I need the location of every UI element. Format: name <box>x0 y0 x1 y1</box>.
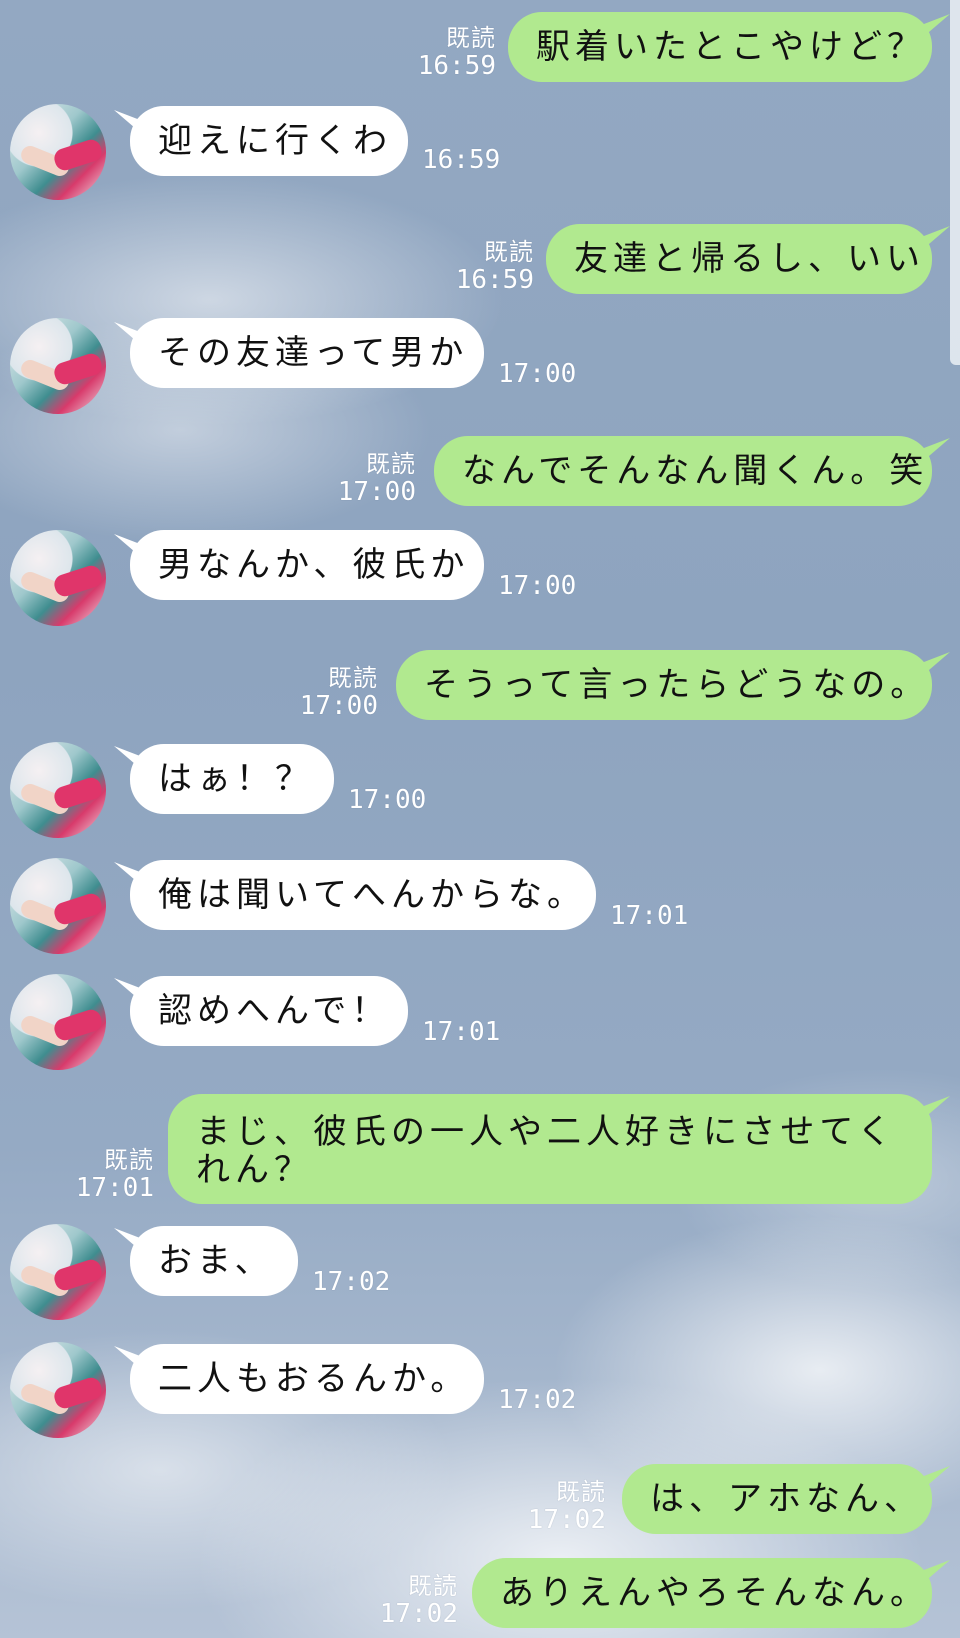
message-bubble[interactable]: まじ、彼氏の一人や二人好きにさせてくれん？ <box>168 1094 932 1204</box>
message-text: おま、 <box>158 1241 274 1281</box>
message-text: そうって言ったらどうなの。 <box>424 665 930 705</box>
message-time: 17:00 <box>498 571 577 601</box>
message-bubble[interactable]: は、アホなん、 <box>622 1464 932 1534</box>
message-time: 17:02 <box>498 1385 577 1415</box>
message-meta: 既読 16:59 <box>400 24 496 80</box>
read-receipt: 既読 <box>484 238 534 266</box>
message-text: 駅着いたとこやけど？ <box>536 27 926 67</box>
message-time: 17:02 <box>527 1505 606 1535</box>
message-bubble[interactable]: 迎えに行くわ <box>130 106 408 176</box>
message-meta: 既読 17:00 <box>320 450 416 506</box>
read-receipt: 既読 <box>408 1572 458 1600</box>
message-text: 迎えに行くわ <box>158 121 392 161</box>
message-bubble[interactable]: 友達と帰るし、いい <box>546 224 932 294</box>
message-text: ありえんやろそんなん。 <box>500 1573 929 1613</box>
message-text: 俺は聞いてへんからな。 <box>158 875 586 915</box>
message-bubble[interactable]: 俺は聞いてへんからな。 <box>130 860 596 930</box>
message-bubble[interactable]: ありえんやろそんなん。 <box>472 1558 932 1628</box>
message-bubble[interactable]: はぁ！？ <box>130 744 334 814</box>
message-meta: 既読 16:59 <box>438 238 534 294</box>
avatar[interactable] <box>10 318 106 414</box>
avatar-photo-detail <box>51 1257 105 1293</box>
avatar[interactable] <box>10 858 106 954</box>
avatar-photo-detail <box>51 1007 105 1043</box>
message-time: 17:00 <box>498 359 577 389</box>
message-text: その友達って男か <box>158 333 469 373</box>
read-receipt: 既読 <box>104 1146 154 1174</box>
message-meta: 既読 17:02 <box>510 1478 606 1534</box>
avatar[interactable] <box>10 1342 106 1438</box>
message-bubble[interactable]: そうって言ったらどうなの。 <box>396 650 932 720</box>
avatar-photo-detail <box>51 563 105 599</box>
avatar-photo-detail <box>51 775 105 811</box>
read-receipt: 既読 <box>328 664 378 692</box>
message-bubble[interactable]: なんでそんなん聞くん。笑 <box>434 436 932 506</box>
message-meta: 既読 17:02 <box>362 1572 458 1628</box>
avatar-photo-detail <box>51 137 105 173</box>
message-meta: 既読 17:01 <box>58 1146 154 1202</box>
message-text: まじ、彼氏の一人や二人好きにさせてくれん？ <box>196 1112 897 1190</box>
message-text: は、アホなん、 <box>650 1479 923 1519</box>
read-receipt: 既読 <box>556 1478 606 1506</box>
avatar[interactable] <box>10 742 106 838</box>
avatar[interactable] <box>10 974 106 1070</box>
message-meta: 既読 17:00 <box>282 664 378 720</box>
message-bubble[interactable]: 男なんか、彼氏か <box>130 530 484 600</box>
message-text: なんでそんなん聞くん。笑 <box>462 451 929 491</box>
message-time: 17:02 <box>312 1267 391 1297</box>
message-time: 16:59 <box>417 51 496 81</box>
message-time: 17:01 <box>75 1173 154 1203</box>
read-receipt: 既読 <box>366 450 416 478</box>
message-text: 友達と帰るし、いい <box>574 239 925 279</box>
message-time: 16:59 <box>455 265 534 295</box>
message-text: はぁ！？ <box>158 759 314 799</box>
message-time: 16:59 <box>422 145 501 175</box>
read-receipt: 既読 <box>446 24 496 52</box>
message-time: 17:00 <box>337 477 416 507</box>
message-time: 17:00 <box>299 691 378 721</box>
message-text: 男なんか、彼氏か <box>158 545 470 585</box>
message-bubble[interactable]: 二人もおるんか。 <box>130 1344 484 1414</box>
message-bubble[interactable]: 認めへんで！ <box>130 976 408 1046</box>
avatar[interactable] <box>10 104 106 200</box>
message-time: 17:00 <box>348 785 427 815</box>
message-bubble[interactable]: 駅着いたとこやけど？ <box>508 12 932 82</box>
avatar-photo-detail <box>51 351 105 387</box>
message-text: 二人もおるんか。 <box>158 1359 470 1399</box>
avatar-photo-detail <box>51 891 105 927</box>
scrollbar[interactable] <box>950 0 960 365</box>
message-bubble[interactable]: おま、 <box>130 1226 298 1296</box>
message-bubble[interactable]: その友達って男か <box>130 318 484 388</box>
avatar[interactable] <box>10 1224 106 1320</box>
avatar[interactable] <box>10 530 106 626</box>
message-time: 17:02 <box>379 1599 458 1629</box>
message-text: 認めへんで！ <box>158 991 391 1031</box>
message-time: 17:01 <box>610 901 689 931</box>
avatar-photo-detail <box>51 1375 105 1411</box>
message-time: 17:01 <box>422 1017 501 1047</box>
